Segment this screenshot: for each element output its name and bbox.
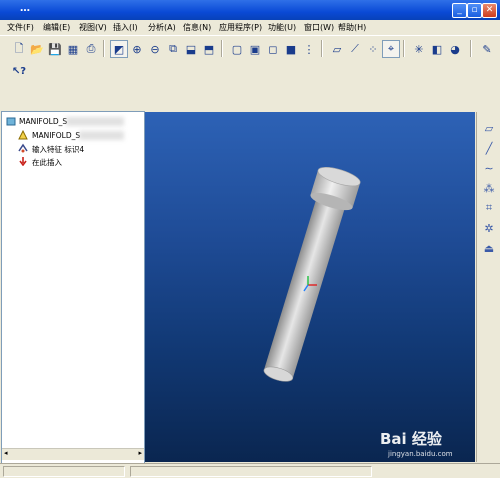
print-icon[interactable]: ⎙ (82, 40, 100, 58)
datum-curve-tool-icon[interactable]: ∼ (481, 160, 497, 176)
layers-icon[interactable]: ◧ (428, 40, 446, 58)
window-title: … (20, 3, 31, 14)
menu-file[interactable]: 文件(F) (7, 22, 34, 33)
spin-center-icon[interactable]: ✳ (410, 40, 428, 58)
hidden-line-icon[interactable]: ▣ (246, 40, 264, 58)
zoom-out-icon[interactable]: ⊖ (146, 40, 164, 58)
menu-utilities[interactable]: 功能(U) (268, 22, 296, 33)
tree-row-root[interactable]: MANIFOLD_S (4, 116, 142, 128)
datum-axes-icon[interactable]: ⟋ (346, 40, 364, 58)
appearance-icon[interactable]: ◕ (446, 40, 464, 58)
toolbar-separator (470, 40, 472, 57)
toolbar-area: 🗋 📂 💾 ▦ ⎙ ◩ ⊕ ⊖ ⧉ ⬓ ⬒ ▢ ▣ ◻ ■ ⋮ ▱ ⟋ ⁘ ⌖ … (0, 35, 500, 135)
toolbar-separator (321, 40, 323, 57)
sketch-tool-icon[interactable]: ⏏ (481, 240, 497, 256)
status-field (130, 466, 372, 477)
new-file-icon[interactable]: 🗋 (10, 40, 28, 58)
datum-points-icon[interactable]: ⁘ (364, 40, 382, 58)
maximize-icon[interactable]: ▫ (467, 3, 482, 18)
shading-icon[interactable]: ■ (282, 40, 300, 58)
save-icon[interactable]: 💾 (46, 40, 64, 58)
sketch-pen-icon[interactable]: ✎ (478, 40, 496, 58)
saved-views-icon[interactable]: ⬒ (200, 40, 218, 58)
secondary-toolbar: ↖? (2, 60, 42, 82)
graphics-viewport[interactable] (145, 112, 475, 462)
watermark: Bai 经验 jingyan.baidu.com (380, 428, 478, 462)
repaint-icon[interactable]: ◩ (110, 40, 128, 58)
shaft (263, 197, 346, 382)
tree-label-part: MANIFOLD_S (32, 131, 81, 140)
tree-label-import: 输入特征 标识4 (32, 145, 85, 154)
save-copy-icon[interactable]: ▦ (64, 40, 82, 58)
menu-bar: 文件(F) 编辑(E) 视图(V) 插入(I) 分析(A) 信息(N) 应用程序… (0, 20, 500, 35)
menu-applications[interactable]: 应用程序(P) (219, 22, 262, 33)
tree-label-insert-here: 在此插入 (32, 158, 62, 167)
whats-this-icon[interactable]: ↖? (10, 62, 28, 80)
status-field (3, 466, 125, 477)
model-tree: MANIFOLD_S MANIFOLD_S 输入特征 标识4 在此插入 ◂ ▸ (1, 111, 145, 469)
datum-plane-tool-icon[interactable]: ▱ (481, 120, 497, 136)
analysis-tool-icon[interactable]: ✲ (481, 220, 497, 236)
title-bar: … _ ▫ ✕ (0, 0, 500, 20)
no-hidden-icon[interactable]: ◻ (264, 40, 282, 58)
blurred-text (79, 131, 124, 140)
menu-edit[interactable]: 编辑(E) (43, 22, 70, 33)
menu-view[interactable]: 视图(V) (79, 22, 107, 33)
menu-info[interactable]: 信息(N) (183, 22, 211, 33)
part-icon (6, 117, 16, 126)
right-feature-toolbar: ▱ ╱ ∼ ⁂ ⌗ ✲ ⏏ (476, 112, 500, 462)
datum-axis-tool-icon[interactable]: ╱ (481, 140, 497, 156)
toolbar-separator (103, 40, 105, 57)
part-model-graphic (263, 167, 361, 382)
main-toolbar: 🗋 📂 💾 ▦ ⎙ ◩ ⊕ ⊖ ⧉ ⬓ ⬒ ▢ ▣ ◻ ■ ⋮ ▱ ⟋ ⁘ ⌖ … (2, 38, 498, 60)
coord-sys-tool-icon[interactable]: ⌗ (481, 200, 497, 216)
model-tree-toggle-icon[interactable]: ⋮ (300, 40, 318, 58)
menu-help[interactable]: 帮助(H) (338, 22, 366, 33)
scroll-right-icon[interactable]: ▸ (138, 449, 142, 457)
wireframe-icon[interactable]: ▢ (228, 40, 246, 58)
datum-planes-icon[interactable]: ▱ (328, 40, 346, 58)
watermark-brand: Bai 经验 (380, 430, 442, 448)
blurred-text (66, 117, 124, 126)
menu-analysis[interactable]: 分析(A) (148, 22, 176, 33)
menu-window[interactable]: 窗口(W) (304, 22, 334, 33)
watermark-url: jingyan.baidu.com (388, 450, 453, 458)
coord-sys-icon[interactable]: ⌖ (382, 40, 400, 58)
import-feature-icon (18, 143, 28, 153)
orient-icon[interactable]: ⬓ (182, 40, 200, 58)
tree-row-part[interactable]: MANIFOLD_S (4, 130, 142, 142)
minimize-icon[interactable]: _ (452, 3, 467, 18)
part-feature-icon (18, 130, 28, 140)
insert-here-arrow-icon (19, 157, 27, 166)
tree-row-insert-here[interactable]: 在此插入 (4, 156, 142, 168)
datum-point-tool-icon[interactable]: ⁂ (481, 180, 497, 196)
tree-horizontal-scrollbar[interactable]: ◂ ▸ (2, 448, 144, 460)
zoom-in-icon[interactable]: ⊕ (128, 40, 146, 58)
toolbar-separator (403, 40, 405, 57)
refit-icon[interactable]: ⧉ (164, 40, 182, 58)
open-folder-icon[interactable]: 📂 (28, 40, 46, 58)
close-icon[interactable]: ✕ (482, 3, 497, 18)
tree-label-root: MANIFOLD_S (19, 117, 68, 126)
toolbar-separator (221, 40, 223, 57)
scroll-left-icon[interactable]: ◂ (4, 449, 8, 457)
tree-row-import[interactable]: 输入特征 标识4 (4, 143, 142, 155)
status-bar (0, 463, 500, 478)
menu-insert[interactable]: 插入(I) (113, 22, 138, 33)
